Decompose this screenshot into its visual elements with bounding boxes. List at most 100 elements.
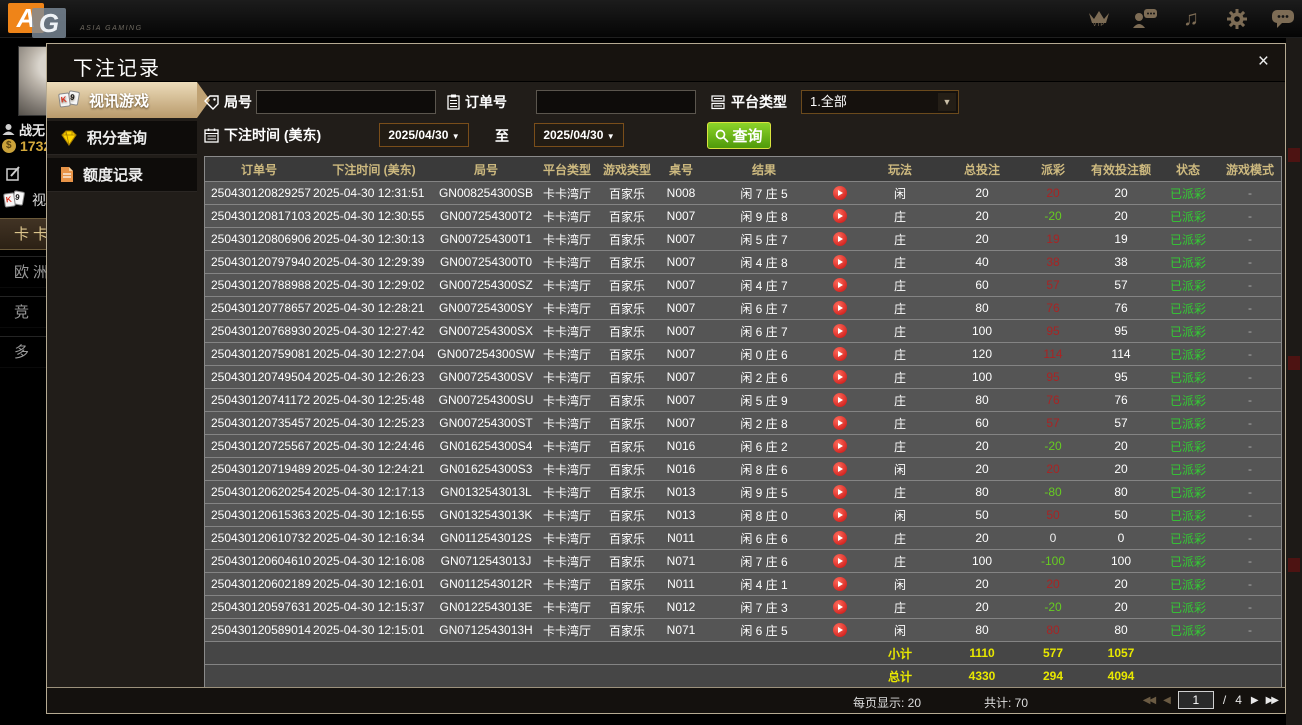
last-page-icon[interactable]: ▶▶ [1266,695,1279,706]
cell-mode: - [1248,623,1252,637]
replay-play-icon[interactable] [833,554,847,569]
cell-platform: 卡卡湾厅 [542,324,591,339]
date-to-dropdown[interactable]: 2025/04/30 ▼ [534,123,624,147]
replay-play-icon[interactable] [833,531,847,546]
chat-icon[interactable] [1270,4,1296,34]
to-label: 至 [495,128,509,144]
cell-tableno: N007 [666,232,696,246]
replay-play-icon[interactable] [833,485,847,500]
header-cell: 玩法 [887,162,912,177]
modal-footer: 每页显示: 20 共计: 70 ◀◀ ◀ / 4 ▶ ▶▶ [47,687,1285,713]
cell-order: 250430120806906 [211,232,312,246]
round-number-input[interactable] [256,90,436,114]
hall-item-jingmi[interactable]: 竞 [0,296,46,328]
replay-play-icon[interactable] [833,278,847,293]
vip-label: VIP [1092,21,1106,28]
page-number-input[interactable] [1177,691,1214,709]
cell-valid: 20 [1114,577,1128,591]
search-button[interactable]: 查询 [707,122,771,149]
replay-play-icon[interactable] [833,347,847,362]
cell-time: 2025-04-30 12:28:21 [313,301,425,315]
cell-bet: 80 [975,623,989,637]
hall-item-kaka[interactable]: 卡卡 [0,218,46,250]
avatar[interactable] [18,46,46,116]
order-number-input[interactable] [536,90,696,114]
cell-valid: 20 [1114,209,1128,223]
hall-item-europe[interactable]: 欧洲 [0,256,46,288]
cell-result: 闲 4 庄 8 [740,255,788,270]
cell-bet: 100 [971,370,993,384]
cell-valid: 76 [1114,393,1128,407]
date-from-dropdown[interactable]: 2025/04/30 ▼ [379,123,469,147]
cell-round: GN007254300SY [438,301,534,315]
play-cell [823,278,857,293]
replay-play-icon[interactable] [833,623,847,638]
total-bet: 4330 [968,669,996,683]
cell-result: 闲 9 庄 8 [740,209,788,224]
cell-order: 250430120778657 [211,301,312,315]
replay-play-icon[interactable] [833,508,847,523]
tab-video-games[interactable]: 视讯游戏 [47,82,210,118]
balance-text: 1732 [20,138,46,154]
settings-gear-icon[interactable] [1224,4,1250,34]
replay-play-icon[interactable] [833,209,847,224]
background-video-tab[interactable]: 视 [3,190,46,210]
cell-game: 百家乐 [608,508,645,523]
replay-play-icon[interactable] [833,577,847,592]
cell-game: 百家乐 [608,255,645,270]
cell-side: 闲 [893,577,906,592]
play-cell [823,232,857,247]
brand-text: ASIA GAMING [80,25,143,32]
replay-play-icon[interactable] [833,232,847,247]
cell-result: 闲 8 庄 0 [740,508,788,523]
cell-status: 已派彩 [1169,554,1206,569]
replay-play-icon[interactable] [833,600,847,615]
cell-result: 闲 7 庄 6 [740,554,788,569]
next-page-icon[interactable]: ▶ [1251,695,1259,706]
music-icon[interactable]: ♫ [1178,4,1204,34]
cell-round: GN0712543013H [439,623,533,637]
hall-item-multi[interactable]: 多 [0,336,46,368]
cell-bet: 80 [975,301,989,315]
replay-play-icon[interactable] [833,301,847,316]
cell-valid: 57 [1114,416,1128,430]
edit-icon[interactable] [6,166,21,186]
replay-play-icon[interactable] [833,416,847,431]
close-button[interactable]: × [1258,52,1269,72]
tab-quota-records[interactable]: 额度记录 [47,158,197,192]
cell-bet: 100 [971,554,993,568]
cell-result: 闲 4 庄 7 [740,278,788,293]
table-row: 250430120749504 2025-04-30 12:26:23 GN0072… [205,365,1281,388]
tab-points-query[interactable]: 积分查询 [47,121,197,155]
replay-play-icon[interactable] [833,255,847,270]
cell-mode: - [1248,209,1252,223]
subtotal-valid: 1057 [1107,646,1135,660]
cell-round: GN007254300ST [439,416,533,430]
vip-icon[interactable]: VIP [1086,4,1112,34]
cell-game: 百家乐 [608,186,645,201]
customer-service-icon[interactable] [1132,4,1158,34]
platform-type-dropdown[interactable]: 1.全部 ▼ [801,90,959,114]
play-cell [823,600,857,615]
replay-play-icon[interactable] [833,439,847,454]
replay-play-icon[interactable] [833,186,847,201]
replay-play-icon[interactable] [833,462,847,477]
cell-platform: 卡卡湾厅 [542,531,591,546]
table-row: 250430120788988 2025-04-30 12:29:02 GN0072… [205,273,1281,296]
ag-logo[interactable]: A G ASIA GAMING [8,1,141,38]
username-text: 战无 [19,123,46,138]
platform-type-label-group: 平台类型 [711,92,787,112]
first-page-icon[interactable]: ◀◀ [1143,695,1156,706]
cell-game: 百家乐 [608,439,645,454]
cell-platform: 卡卡湾厅 [542,439,591,454]
cell-tableno: N071 [666,554,696,568]
prev-page-icon[interactable]: ◀ [1163,695,1171,706]
replay-play-icon[interactable] [833,324,847,339]
cell-bet: 50 [975,508,989,522]
header-cell: 订单号 [240,162,277,177]
replay-play-icon[interactable] [833,370,847,385]
cell-bet: 60 [975,416,989,430]
replay-play-icon[interactable] [833,393,847,408]
cell-payout: 57 [1046,416,1060,430]
cards-icon [3,190,26,209]
